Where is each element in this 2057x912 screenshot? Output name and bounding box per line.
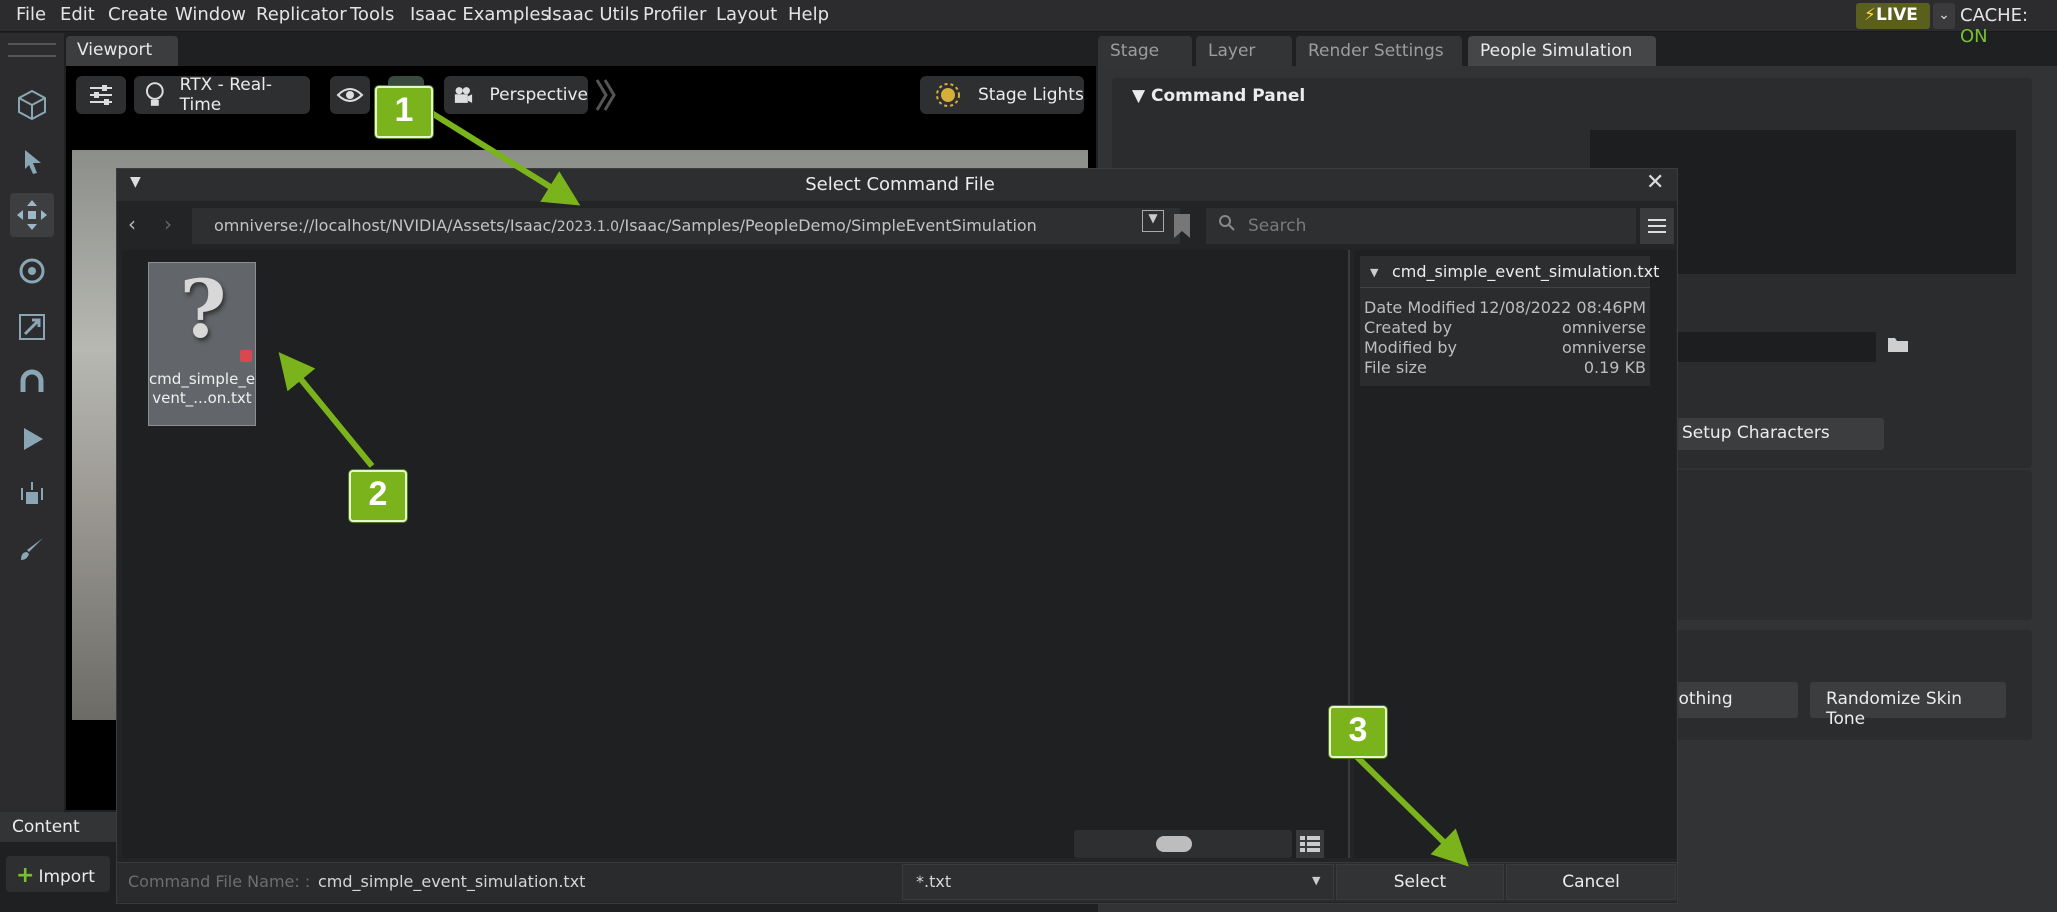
callout-badge-1: 1 — [375, 86, 433, 138]
callout-arrow-2 — [278, 352, 375, 468]
callout-arrows — [278, 109, 1469, 867]
callout-badge-3: 3 — [1329, 706, 1387, 758]
callout-badge-2: 2 — [349, 470, 407, 522]
callout-arrow-3 — [1353, 753, 1469, 867]
callout-arrow-1 — [428, 109, 581, 206]
